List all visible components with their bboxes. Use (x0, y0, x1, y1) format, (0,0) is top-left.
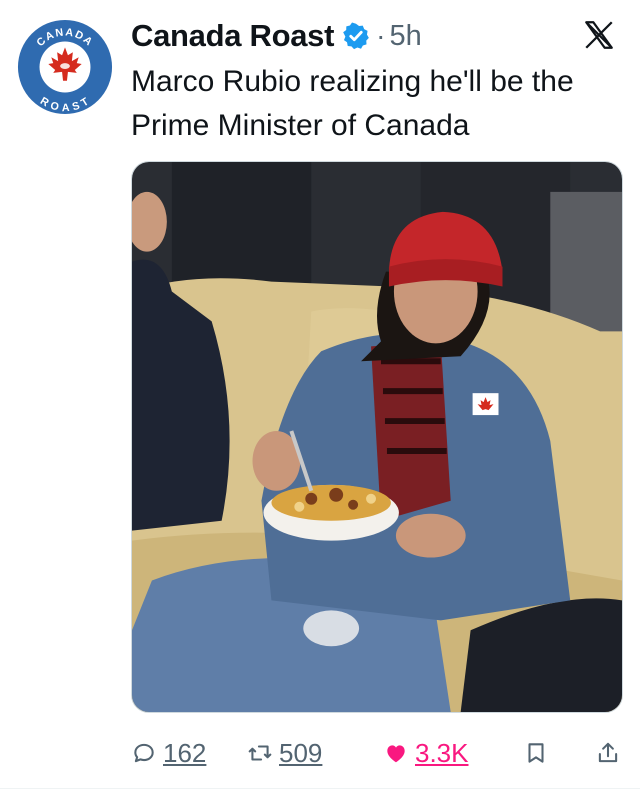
verified-badge-icon (342, 22, 370, 50)
repost-button[interactable]: 509 (247, 738, 322, 769)
x-logo-icon[interactable] (582, 18, 616, 52)
share-icon (598, 742, 618, 763)
bottom-divider (0, 788, 640, 789)
reply-count: 162 (163, 737, 207, 768)
tweet-image[interactable] (131, 161, 623, 713)
tweet-header: Canada Roast · 5h (131, 16, 616, 56)
like-heart-icon (387, 745, 405, 763)
photo-illustration (132, 162, 622, 712)
repost-count: 509 (279, 737, 323, 768)
post-time[interactable]: 5h (389, 20, 421, 53)
time-separator: · (376, 20, 386, 51)
action-bar: 162 509 3.3K (131, 733, 623, 773)
repost-icon (248, 745, 272, 761)
tweet-text: Marco Rubio realizing he'll be the Prime… (131, 65, 574, 142)
reply-button[interactable]: 162 (131, 738, 206, 769)
canada-roast-logo: CANADA ROAST (17, 19, 113, 114)
account-name[interactable]: Canada Roast (131, 18, 334, 54)
like-count: 3.3K (415, 737, 469, 768)
bookmark-icon (528, 743, 544, 763)
bookmark-button[interactable] (523, 740, 555, 766)
share-button[interactable] (595, 740, 627, 766)
like-button[interactable]: 3.3K (383, 738, 469, 769)
avatar[interactable]: CANADA ROAST (16, 18, 114, 116)
reply-icon (134, 743, 154, 763)
